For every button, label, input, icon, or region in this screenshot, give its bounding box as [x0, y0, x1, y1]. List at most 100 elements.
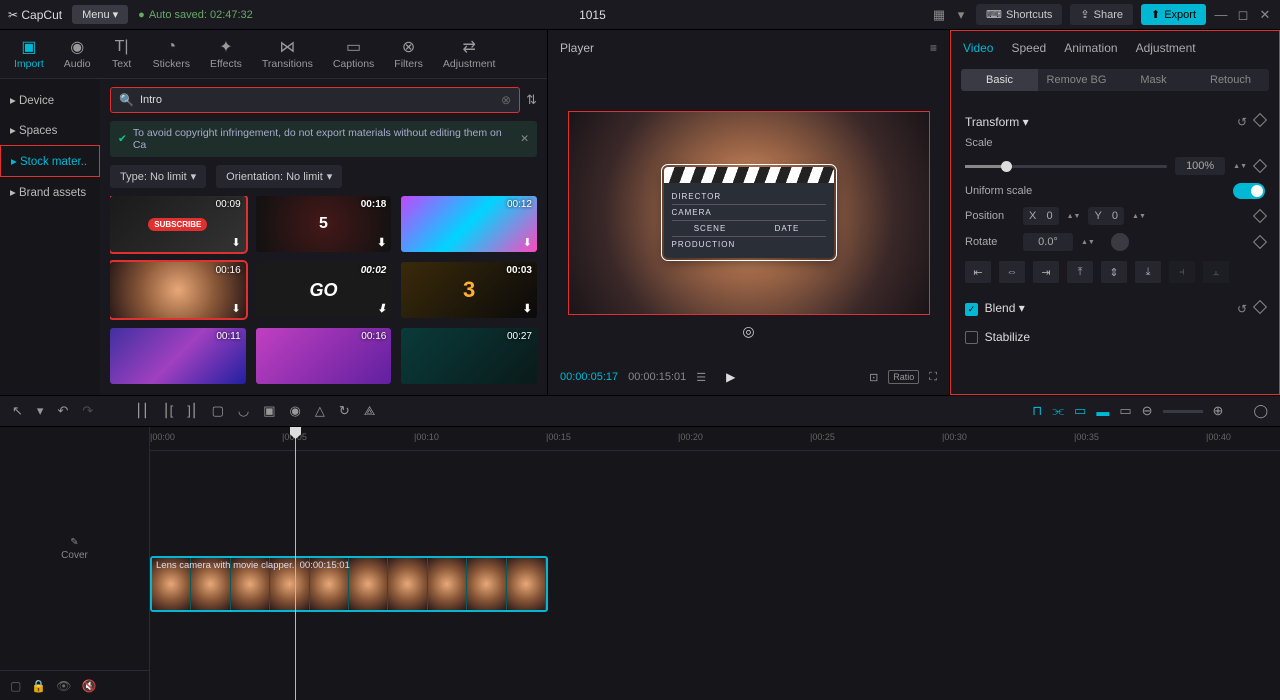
media-thumb[interactable]: 00:16⬇ — [110, 262, 246, 318]
download-icon[interactable]: ⬇ — [231, 302, 240, 315]
align-top-icon[interactable]: ⤒ — [1067, 261, 1093, 283]
split-tool[interactable]: ⎮⎮ — [135, 403, 149, 419]
timeline-settings-icon[interactable]: ◯ — [1253, 403, 1268, 419]
redo-button[interactable]: ↷ — [82, 403, 93, 419]
track-area[interactable]: Lens camera with movie clapper. 00:00:15… — [150, 451, 1280, 691]
video-clip[interactable]: Lens camera with movie clapper. 00:00:15… — [150, 556, 548, 612]
tab-filters[interactable]: ⊗Filters — [388, 36, 429, 72]
inspector-subtab-remove-bg[interactable]: Remove BG — [1038, 69, 1115, 91]
search-input[interactable]: 🔍 ⊗ — [110, 87, 520, 113]
clear-search-icon[interactable]: ⊗ — [501, 93, 511, 107]
distribute-h-icon[interactable]: ⫞ — [1169, 261, 1195, 283]
track-mute-icon[interactable]: 🔇 — [82, 679, 97, 693]
crop-icon[interactable]: ⊡ — [869, 371, 878, 384]
inspector-tab-adjustment[interactable]: Adjustment — [1136, 41, 1196, 61]
list-icon[interactable]: ☰ — [696, 371, 706, 384]
media-thumb[interactable]: 00:12⬇ — [401, 196, 537, 252]
track-lock-icon[interactable]: 🔒 — [31, 679, 46, 693]
delete-tool[interactable]: ▢ — [212, 403, 224, 419]
menu-button[interactable]: Menu ▾ — [72, 5, 128, 24]
media-thumb[interactable]: 500:18⬇ — [256, 196, 392, 252]
scale-stepper[interactable]: ▲▼ — [1233, 163, 1247, 170]
track-eye-icon[interactable]: 👁 — [56, 679, 71, 693]
media-thumb[interactable]: 00:27 — [401, 328, 537, 384]
pointer-tool[interactable]: ↖ — [12, 403, 23, 419]
rotate-value[interactable]: 0.0° — [1023, 233, 1073, 251]
inspector-subtab-basic[interactable]: Basic — [961, 69, 1038, 91]
shortcuts-button[interactable]: ⌨ Shortcuts — [976, 4, 1062, 25]
align-center-h-icon[interactable]: ⇔ — [999, 261, 1025, 283]
orientation-filter[interactable]: Orientation: No limit ▾ — [216, 165, 342, 188]
reset-view-icon[interactable]: ◎ — [742, 323, 754, 340]
uniform-scale-toggle[interactable] — [1233, 183, 1265, 199]
pos-x-stepper[interactable]: ▲▼ — [1067, 213, 1081, 220]
ratio-button[interactable]: Ratio — [888, 370, 919, 384]
tab-captions[interactable]: ▭Captions — [327, 36, 380, 72]
tab-transitions[interactable]: ⋈Transitions — [256, 36, 319, 72]
inspector-subtab-mask[interactable]: Mask — [1115, 69, 1192, 91]
scale-value[interactable]: 100% — [1175, 157, 1225, 175]
track-mode-icon[interactable]: ▬ — [1096, 404, 1109, 419]
layout-icon[interactable]: ▦ — [932, 8, 946, 22]
player-canvas[interactable]: DIRECTOR CAMERA SCENEDATE PRODUCTION ◎ — [568, 111, 930, 315]
rotate-dial-icon[interactable] — [1111, 233, 1129, 251]
export-button[interactable]: ⬆ Export — [1141, 4, 1206, 25]
tab-text[interactable]: T|Text — [105, 36, 139, 72]
timeline-ruler[interactable]: |00:00|00:05|00:10|00:15|00:20|00:25|00:… — [150, 427, 1280, 451]
media-thumb[interactable]: 00:11 — [110, 328, 246, 384]
keyframe-icon[interactable] — [1253, 209, 1267, 223]
keyframe-icon[interactable] — [1253, 235, 1267, 249]
keyframe-icon[interactable] — [1253, 113, 1267, 127]
fit-icon[interactable]: ▭ — [1119, 403, 1131, 419]
sidebar-item-brand-assets[interactable]: ▸ Brand assets — [0, 177, 100, 207]
play-button[interactable]: ▶ — [726, 370, 735, 384]
inspector-subtab-retouch[interactable]: Retouch — [1192, 69, 1269, 91]
playhead[interactable] — [295, 427, 296, 700]
close-warning-icon[interactable]: ✕ — [520, 133, 529, 145]
search-field[interactable] — [140, 94, 495, 106]
player-menu-icon[interactable]: ≡ — [930, 41, 937, 55]
inspector-tab-animation[interactable]: Animation — [1064, 41, 1117, 61]
snap-tool[interactable]: ▣ — [263, 403, 275, 419]
chevron-down-icon[interactable]: ▾ — [37, 403, 44, 419]
download-icon[interactable]: ⬇ — [377, 302, 386, 315]
tab-import[interactable]: ▣Import — [8, 36, 50, 72]
position-x-input[interactable]: X 0 — [1023, 207, 1059, 225]
maximize-icon[interactable]: ◻ — [1236, 8, 1250, 22]
close-icon[interactable]: ✕ — [1258, 8, 1272, 22]
share-button[interactable]: ⇪ Share — [1070, 4, 1133, 25]
zoom-out-icon[interactable]: ⊖ — [1142, 403, 1153, 419]
mirror-tool[interactable]: △ — [315, 403, 325, 419]
inspector-tab-video[interactable]: Video — [963, 41, 993, 61]
crop-tool[interactable]: ⟁ — [364, 403, 376, 419]
magnet-icon[interactable]: ⊓ — [1032, 403, 1042, 419]
align-right-icon[interactable]: ⇥ — [1033, 261, 1059, 283]
zoom-slider[interactable] — [1163, 410, 1203, 413]
align-left-icon[interactable]: ⇤ — [965, 261, 991, 283]
record-tool[interactable]: ◉ — [290, 403, 301, 419]
tab-stickers[interactable]: ◔Stickers — [147, 36, 196, 72]
scale-slider[interactable] — [965, 165, 1167, 168]
tab-adjustment[interactable]: ⇄Adjustment — [437, 36, 502, 72]
sidebar-item-spaces[interactable]: ▸ Spaces — [0, 115, 100, 145]
media-thumb[interactable]: GO00:02⬇ — [256, 262, 392, 318]
type-filter[interactable]: Type: No limit ▾ — [110, 165, 206, 188]
marker-tool[interactable]: ◡ — [238, 403, 249, 419]
sidebar-item-stock-mater-[interactable]: ▸ Stock mater.. — [0, 145, 100, 177]
undo-button[interactable]: ↶ — [57, 403, 68, 419]
distribute-v-icon[interactable]: ⫠ — [1203, 261, 1229, 283]
cover-button[interactable]: ✎ Cover — [0, 527, 149, 571]
track-visibility-icon[interactable]: ▢ — [10, 679, 21, 693]
sort-icon[interactable]: ⇅ — [526, 92, 537, 108]
fullscreen-icon[interactable]: ⛶ — [929, 371, 937, 384]
rotate-tool[interactable]: ↻ — [339, 403, 350, 419]
position-y-input[interactable]: Y 0 — [1088, 207, 1124, 225]
tab-audio[interactable]: ◉Audio — [58, 36, 97, 72]
media-thumb[interactable]: SUBSCRIBE00:09⬇ — [110, 196, 246, 252]
tab-effects[interactable]: ✦Effects — [204, 36, 248, 72]
preview-icon[interactable]: ▭ — [1074, 403, 1086, 419]
trim-left-tool[interactable]: ⎮[ — [163, 403, 173, 419]
download-icon[interactable]: ⬇ — [231, 236, 240, 249]
reset-icon[interactable]: ↺ — [1237, 302, 1247, 316]
keyframe-icon[interactable] — [1253, 299, 1267, 313]
